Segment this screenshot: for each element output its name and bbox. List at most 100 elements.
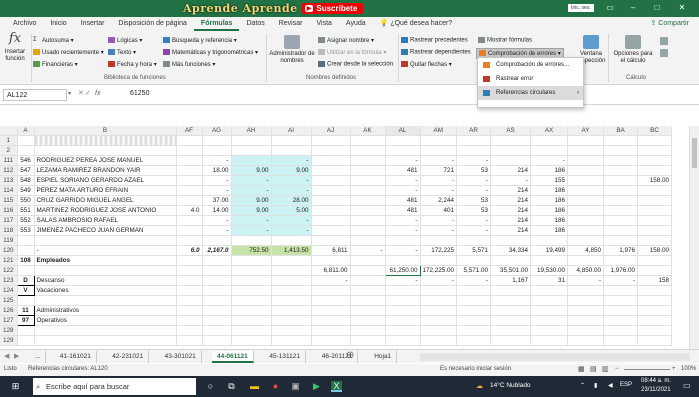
cell[interactable]: -	[567, 275, 605, 286]
notifications-icon[interactable]: ▭	[683, 381, 691, 390]
cell[interactable]	[530, 145, 569, 156]
cell[interactable]	[311, 285, 351, 296]
cell[interactable]: 172,225.00	[420, 265, 458, 276]
cell[interactable]	[567, 155, 605, 166]
cell[interactable]	[420, 305, 458, 316]
name-box[interactable]: AL122	[3, 89, 67, 101]
zoom-out-icon[interactable]: −	[615, 366, 619, 372]
cell[interactable]: 214	[490, 185, 532, 196]
cell[interactable]	[202, 145, 232, 156]
cell[interactable]: 155	[530, 175, 569, 186]
cell[interactable]	[231, 155, 272, 166]
cell[interactable]	[17, 325, 35, 336]
cell[interactable]	[176, 215, 203, 226]
cell[interactable]: LEZAMA RAMIREZ BRANDON YAIR	[34, 165, 177, 176]
cell[interactable]	[530, 135, 569, 146]
cell[interactable]: 5,571	[456, 245, 492, 256]
cell[interactable]	[17, 295, 35, 306]
cell[interactable]: 553	[17, 225, 35, 236]
cell[interactable]: -	[490, 175, 532, 186]
clock-time[interactable]: 08:44 a. m.	[641, 378, 671, 384]
cell[interactable]	[350, 155, 386, 166]
cell[interactable]	[350, 335, 386, 346]
sheet-tab[interactable]: 44-061121	[212, 351, 254, 363]
cell[interactable]	[176, 195, 203, 206]
define-name-button[interactable]: Asignar nombre ▾	[318, 37, 374, 44]
cell[interactable]: -	[202, 155, 232, 166]
cell[interactable]: 2,167.0	[202, 245, 232, 256]
cell[interactable]	[637, 265, 673, 276]
cell[interactable]	[176, 225, 203, 236]
cell[interactable]	[311, 215, 351, 226]
cell[interactable]	[202, 335, 232, 346]
row-header[interactable]: 128	[0, 325, 18, 336]
tab-insertar[interactable]: Insertar	[74, 17, 112, 31]
recent-used-button[interactable]: Usado recientemente ▾	[33, 49, 104, 56]
cell[interactable]	[420, 295, 458, 306]
cell[interactable]	[311, 235, 351, 246]
cell[interactable]: 2,244	[420, 195, 458, 206]
cell[interactable]	[176, 165, 203, 176]
cell[interactable]	[603, 155, 639, 166]
cell[interactable]	[271, 145, 312, 156]
cell[interactable]: ESPIEL SORIANO GERARDO AZAEL	[34, 175, 177, 186]
cell[interactable]	[567, 325, 605, 336]
cell[interactable]: V	[16, 285, 35, 296]
cell[interactable]: -	[271, 225, 312, 236]
cell[interactable]: 6,811	[311, 245, 351, 256]
cell[interactable]	[231, 255, 272, 266]
cell[interactable]: 1,167	[490, 275, 532, 286]
tell-me-search[interactable]: 💡 ¿Qué desea hacer?	[373, 17, 460, 31]
cell[interactable]: 35,501.00	[490, 265, 532, 276]
menu-item-trace-error[interactable]: Rastrear error	[478, 72, 583, 86]
column-header[interactable]: B	[34, 126, 177, 136]
cell[interactable]	[350, 205, 386, 216]
cell[interactable]	[176, 275, 203, 286]
cell[interactable]: 4.0	[176, 205, 203, 216]
cell[interactable]	[490, 305, 532, 316]
remove-arrows-button[interactable]: Quitar flechas ▾	[401, 61, 452, 68]
cell[interactable]	[603, 295, 639, 306]
tab-revisar[interactable]: Revisar	[272, 17, 310, 31]
excel-taskbar-icon[interactable]: X	[331, 381, 342, 392]
ribbon-display-icon[interactable]: ▭	[604, 3, 616, 12]
app-icon[interactable]: ▶	[311, 381, 322, 392]
cell[interactable]	[530, 295, 569, 306]
cell[interactable]: -	[456, 275, 492, 286]
cell[interactable]	[350, 325, 386, 336]
cell[interactable]: -	[34, 245, 177, 256]
cell[interactable]	[603, 285, 639, 296]
cell[interactable]: -	[603, 275, 639, 286]
cell[interactable]	[271, 275, 312, 286]
cell[interactable]	[637, 205, 673, 216]
row-header[interactable]: 1	[0, 135, 18, 146]
cell[interactable]: 546	[17, 155, 35, 166]
cell[interactable]: Administrativos	[34, 305, 177, 316]
cell[interactable]	[456, 235, 492, 246]
enter-icon[interactable]: ✓	[85, 89, 91, 97]
cell[interactable]: 9.00	[271, 165, 312, 176]
row-header[interactable]: 111	[0, 155, 18, 166]
cell[interactable]	[637, 155, 673, 166]
cell[interactable]: -	[231, 215, 272, 226]
cell[interactable]	[603, 335, 639, 346]
cell[interactable]: 4,850.00	[567, 265, 605, 276]
cell[interactable]	[176, 315, 203, 326]
cell[interactable]	[231, 325, 272, 336]
cell[interactable]: Empleados	[34, 255, 177, 266]
cell[interactable]	[385, 295, 421, 306]
maximize-icon[interactable]: □	[651, 3, 663, 12]
cell[interactable]: -	[231, 225, 272, 236]
cell[interactable]: 53	[456, 205, 492, 216]
store-icon[interactable]: ▣	[290, 381, 301, 392]
cell[interactable]	[231, 285, 272, 296]
share-button[interactable]: ⇪ Compartir	[650, 19, 689, 27]
cell[interactable]: 53	[456, 195, 492, 206]
tab-archivo[interactable]: Archivo	[6, 17, 43, 31]
cell[interactable]: 752.50	[231, 245, 272, 256]
cell[interactable]	[311, 255, 351, 266]
cell[interactable]: -	[456, 185, 492, 196]
cell[interactable]: 481	[385, 195, 421, 206]
chrome-icon[interactable]: ●	[270, 381, 281, 392]
cell[interactable]: 19,530.00	[530, 265, 569, 276]
